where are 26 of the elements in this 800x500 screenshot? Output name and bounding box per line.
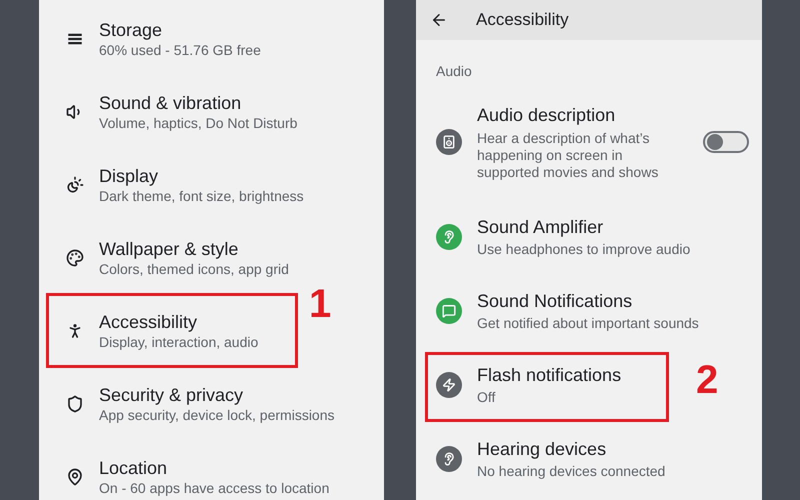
step-number: 1 — [309, 284, 332, 324]
toggle-switch[interactable] — [703, 131, 749, 153]
brightness-icon — [66, 176, 84, 194]
step-number: 2 — [696, 360, 718, 400]
ear-icon — [442, 452, 456, 466]
settings-item[interactable]: Sound & vibration Volume, haptics, Do Not Disturb — [99, 92, 298, 132]
settings-item[interactable]: Location On - 60 apps have access to location — [99, 456, 330, 496]
palette-icon — [66, 248, 84, 266]
speaker-icon — [442, 135, 456, 149]
accessibility-item[interactable]: Sound Amplifier Use headphones to improve audio — [477, 215, 690, 259]
screen-title: Accessibility — [476, 9, 569, 32]
message-icon — [442, 304, 456, 318]
section-header: Audio — [436, 63, 473, 79]
accessibility-item[interactable]: Flash notifications Off — [477, 363, 622, 407]
settings-item[interactable]: Storage 60% used - 51.76 GB free — [99, 18, 261, 58]
ear-icon — [442, 230, 456, 244]
accessibility-item[interactable]: Audio description Hear a description of what’s happening on screen in supported movies and shows — [477, 103, 677, 181]
accessibility-item[interactable]: Sound Notifications Get notified about important sounds — [477, 289, 699, 333]
lightning-icon — [442, 378, 456, 392]
accessibility-item[interactable]: Hearing devices No hearing devices connected — [477, 437, 666, 481]
settings-item[interactable]: Security & privacy App security, device lock, permissions — [99, 384, 334, 424]
shield-icon — [66, 394, 84, 412]
settings-item[interactable]: Accessibility Display, interaction, audio — [99, 310, 258, 350]
settings-item[interactable]: Display Dark theme, font size, brightness — [99, 164, 304, 204]
location-pin-icon — [66, 468, 84, 486]
settings-item[interactable]: Wallpaper & style Colors, themed icons, app grid — [99, 238, 289, 278]
